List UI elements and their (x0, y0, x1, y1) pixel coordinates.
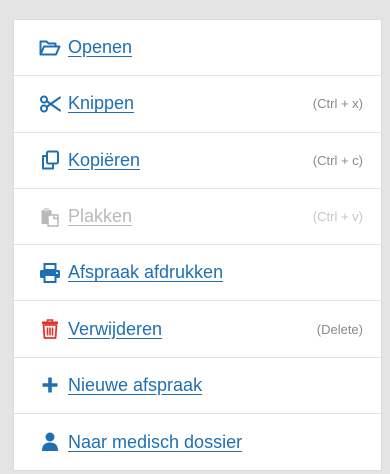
plus-icon (38, 373, 62, 397)
paste-icon (38, 205, 62, 229)
menu-item-label: Plakken (68, 206, 133, 227)
menu-item-nieuwe-afspraak[interactable]: Nieuwe afspraak (14, 358, 381, 415)
user-icon (38, 430, 62, 454)
shortcut-hint: (Ctrl + x) (312, 96, 363, 112)
menu-item-verwijderen[interactable]: Verwijderen (Delete) (14, 301, 381, 358)
menu-item-label: Afspraak afdrukken (68, 262, 224, 283)
menu-item-label: Kopiëren (68, 149, 141, 170)
menu-item-plakken[interactable]: Plakken (Ctrl + v) (14, 189, 381, 246)
menu-item-label: Verwijderen (68, 318, 163, 339)
folder-open-icon (38, 36, 62, 60)
menu-item-afspraak-afdrukken[interactable]: Afspraak afdrukken (14, 245, 381, 302)
scissors-icon (38, 92, 62, 116)
shortcut-hint: (Ctrl + v) (312, 209, 363, 225)
menu-item-label: Nieuwe afspraak (68, 374, 203, 395)
trash-icon (38, 317, 62, 341)
printer-icon (38, 261, 62, 285)
shortcut-hint: (Ctrl + c) (312, 152, 363, 168)
menu-item-label: Knippen (68, 93, 135, 114)
copy-icon (38, 148, 62, 172)
context-menu: Openen Knippen (Ctrl + x) Kopiëren (Ctrl… (13, 19, 382, 472)
menu-item-label: Naar medisch dossier (68, 431, 243, 452)
menu-item-label: Openen (68, 37, 133, 58)
menu-item-knippen[interactable]: Knippen (Ctrl + x) (14, 76, 381, 133)
shortcut-hint: (Delete) (316, 321, 363, 337)
menu-item-openen[interactable]: Openen (14, 20, 381, 77)
menu-item-naar-medisch-dossier[interactable]: Naar medisch dossier (14, 414, 381, 470)
menu-item-kopieren[interactable]: Kopiëren (Ctrl + c) (14, 133, 381, 189)
